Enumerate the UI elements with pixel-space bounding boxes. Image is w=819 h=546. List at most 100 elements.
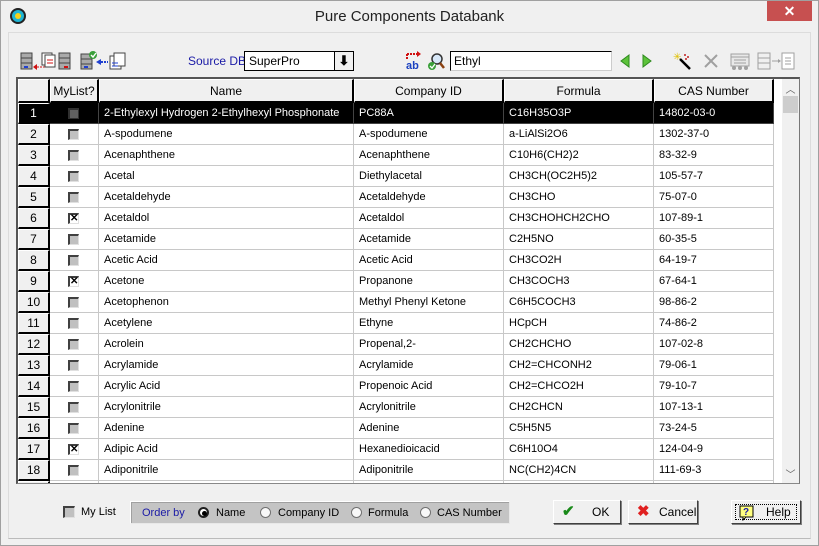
row-number[interactable]: 15 bbox=[18, 397, 50, 418]
row-number[interactable]: 11 bbox=[18, 313, 50, 334]
column-header-mylist[interactable]: MyList? bbox=[50, 79, 99, 103]
next-icon[interactable] bbox=[640, 51, 654, 71]
mylist-checkbox[interactable]: ✕ bbox=[68, 213, 79, 224]
name-cell[interactable]: Acrylamide bbox=[99, 355, 354, 376]
formula-cell[interactable]: CH3COCH3 bbox=[504, 271, 654, 292]
formula-cell[interactable]: C6H10O4 bbox=[504, 439, 654, 460]
formula-cell[interactable]: CH2=CHCO2H bbox=[504, 376, 654, 397]
mylist-cell[interactable] bbox=[50, 229, 99, 250]
table-row[interactable]: 11 Acetylene Ethyne HCpCH 74-86-2 bbox=[18, 313, 774, 334]
name-cell[interactable]: 2-Ethylexyl Hydrogen 2-Ethylhexyl Phosph… bbox=[99, 103, 354, 124]
row-number[interactable]: 8 bbox=[18, 250, 50, 271]
order-by-formula-label[interactable]: Formula bbox=[368, 507, 408, 519]
cas-number-cell[interactable]: 67-64-1 bbox=[654, 271, 774, 292]
company-id-cell[interactable]: Acetamide bbox=[354, 229, 504, 250]
mylist-cell[interactable] bbox=[50, 418, 99, 439]
table-row[interactable]: 7 Acetamide Acetamide C2H5NO 60-35-5 bbox=[18, 229, 774, 250]
mylist-cell[interactable] bbox=[50, 397, 99, 418]
company-id-cell[interactable]: Methyl Phenyl Ketone bbox=[354, 292, 504, 313]
company-id-cell[interactable]: Propenal,2- bbox=[354, 334, 504, 355]
mylist-cell[interactable] bbox=[50, 481, 99, 483]
formula-cell[interactable]: CH2CHCHO bbox=[504, 334, 654, 355]
row-number[interactable]: 17 bbox=[18, 439, 50, 460]
table-row[interactable]: 2 A-spodumene A-spodumene a-LiAlSi2O6 1302-3… bbox=[18, 124, 774, 145]
formula-cell[interactable]: CH2CHCN bbox=[504, 397, 654, 418]
name-cell[interactable]: Adiponitrile bbox=[99, 460, 354, 481]
formula-cell[interactable]: C10H6(CH2)2 bbox=[504, 145, 654, 166]
mylist-cell[interactable] bbox=[50, 376, 99, 397]
formula-cell[interactable]: NC(CH2)4CN bbox=[504, 460, 654, 481]
mylist-cell[interactable]: ✕ bbox=[50, 271, 99, 292]
cas-number-cell[interactable]: 79-06-1 bbox=[654, 355, 774, 376]
table-row[interactable]: 9 ✕ Acetone Propanone CH3COCH3 67-64-1 bbox=[18, 271, 774, 292]
company-id-cell[interactable]: Acetaldol bbox=[354, 208, 504, 229]
mylist-checkbox[interactable] bbox=[68, 381, 79, 392]
cas-number-cell[interactable]: 124-04-9 bbox=[654, 439, 774, 460]
name-cell[interactable]: Acetone bbox=[99, 271, 354, 292]
name-cell[interactable]: Adenine bbox=[99, 418, 354, 439]
mylist-checkbox[interactable]: ✕ bbox=[68, 444, 79, 455]
cas-number-cell[interactable]: 107-02-8 bbox=[654, 334, 774, 355]
table-row[interactable]: 17 ✕ Adipic Acid Hexanedioicacid C6H10O4 124-… bbox=[18, 439, 774, 460]
mylist-checkbox[interactable] bbox=[68, 402, 79, 413]
formula-cell[interactable]: CH3CHOHCH2CHO bbox=[504, 208, 654, 229]
delete-icon[interactable] bbox=[702, 51, 720, 71]
mylist-cell[interactable] bbox=[50, 187, 99, 208]
row-number[interactable]: 14 bbox=[18, 376, 50, 397]
mylist-cell[interactable] bbox=[50, 166, 99, 187]
order-by-name-radio[interactable] bbox=[198, 507, 209, 518]
mylist-cell[interactable] bbox=[50, 355, 99, 376]
mylist-cell[interactable] bbox=[50, 292, 99, 313]
company-id-cell[interactable]: Acrylamide bbox=[354, 355, 504, 376]
company-id-cell[interactable]: Acetaldehyde bbox=[354, 187, 504, 208]
row-number[interactable]: 1 bbox=[18, 103, 50, 124]
name-cell[interactable]: Acrylic Acid bbox=[99, 376, 354, 397]
mylist-checkbox[interactable] bbox=[68, 129, 79, 140]
dropdown-arrow-icon[interactable]: ⬇ bbox=[334, 51, 354, 71]
order-by-company-id-label[interactable]: Company ID bbox=[278, 507, 339, 519]
company-id-cell[interactable]: Diethylacetal bbox=[354, 166, 504, 187]
name-cell[interactable]: Acetamide bbox=[99, 229, 354, 250]
cancel-button[interactable]: ✖ Cancel bbox=[628, 500, 698, 524]
export-icon[interactable] bbox=[756, 51, 796, 71]
company-id-cell[interactable]: Adenine bbox=[354, 418, 504, 439]
search-input[interactable] bbox=[450, 51, 612, 71]
order-by-name-label[interactable]: Name bbox=[216, 507, 245, 519]
row-number[interactable] bbox=[18, 481, 50, 483]
column-header-formula[interactable]: Formula bbox=[504, 79, 654, 103]
name-cell[interactable]: Adipic Acid bbox=[99, 439, 354, 460]
company-id-cell[interactable]: Acrylonitrile bbox=[354, 397, 504, 418]
vertical-scrollbar[interactable]: ︿ ﹀ bbox=[782, 79, 799, 483]
row-number[interactable]: 7 bbox=[18, 229, 50, 250]
scroll-down-icon[interactable]: ﹀ bbox=[782, 466, 799, 481]
order-by-cas-number-label[interactable]: CAS Number bbox=[437, 507, 502, 519]
name-cell[interactable]: A-spodumene bbox=[99, 124, 354, 145]
mylist-checkbox[interactable] bbox=[68, 234, 79, 245]
table-row[interactable]: 3 Acenaphthene Acenaphthene C10H6(CH2)2 83-3… bbox=[18, 145, 774, 166]
formula-cell[interactable]: C2H5NO bbox=[504, 229, 654, 250]
cas-number-cell[interactable]: 111-69-3 bbox=[654, 460, 774, 481]
scrollbar-thumb[interactable] bbox=[783, 96, 798, 113]
row-number[interactable]: 10 bbox=[18, 292, 50, 313]
mylist-cell[interactable]: ✕ bbox=[50, 439, 99, 460]
mylist-cell[interactable] bbox=[50, 145, 99, 166]
company-id-cell[interactable]: Ethyne bbox=[354, 313, 504, 334]
previous-icon[interactable] bbox=[618, 51, 632, 71]
mylist-checkbox[interactable] bbox=[68, 171, 79, 182]
row-number[interactable]: 12 bbox=[18, 334, 50, 355]
cas-number-cell[interactable]: 74-86-2 bbox=[654, 313, 774, 334]
formula-cell[interactable]: C16H35O3P bbox=[504, 103, 654, 124]
mylist-checkbox[interactable]: ✕ bbox=[68, 276, 79, 287]
table-row[interactable]: 12 Acrolein Propenal,2- CH2CHCHO 107-02-8 bbox=[18, 334, 774, 355]
company-id-cell[interactable]: Propenoic Acid bbox=[354, 376, 504, 397]
mylist-checkbox[interactable] bbox=[68, 108, 79, 119]
table-row[interactable]: 4 Acetal Diethylacetal CH3CH(OC2H5)2 105-57-… bbox=[18, 166, 774, 187]
company-id-cell[interactable]: Acenaphthene bbox=[354, 145, 504, 166]
name-cell[interactable]: Acetaldehyde bbox=[99, 187, 354, 208]
mylist-checkbox[interactable] bbox=[68, 255, 79, 266]
mylist-cell[interactable] bbox=[50, 313, 99, 334]
formula-cell[interactable]: a-LiAlSi2O6 bbox=[504, 124, 654, 145]
database-icon[interactable] bbox=[58, 51, 72, 71]
order-by-formula-radio[interactable] bbox=[351, 507, 362, 518]
header-corner[interactable] bbox=[18, 79, 50, 103]
